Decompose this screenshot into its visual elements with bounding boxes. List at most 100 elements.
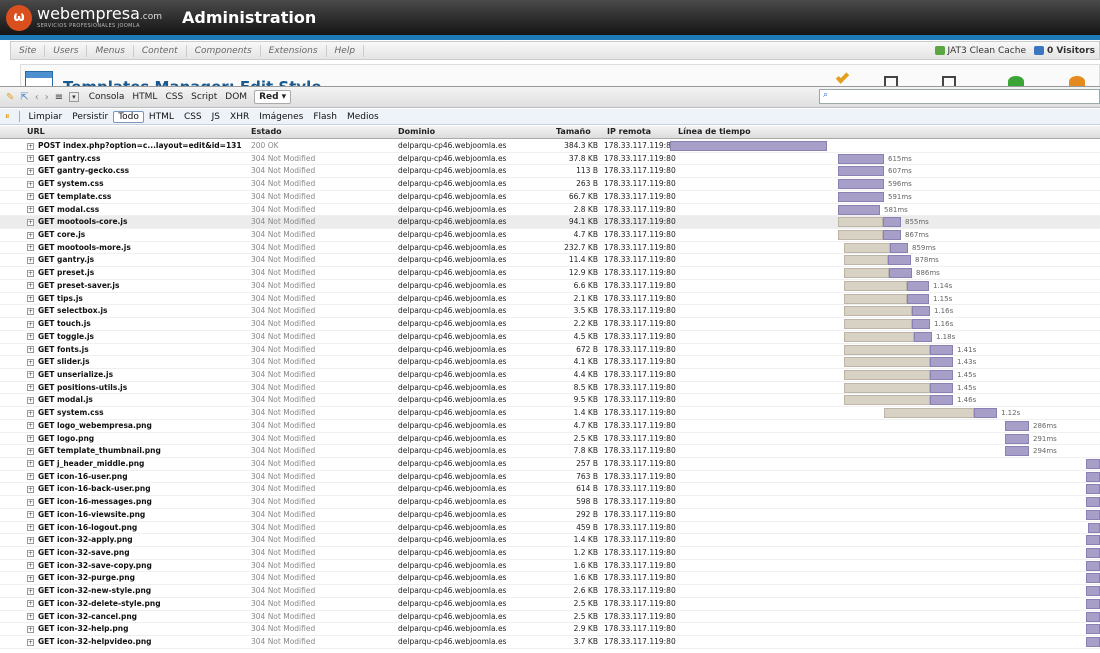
brand-logo[interactable]: webempresa.com SERVICIOS PROFESIONALES J… xyxy=(37,6,162,29)
expand-icon[interactable]: + xyxy=(27,167,34,175)
request-row[interactable]: + GET unserialize.js 304 Not Modified delpa… xyxy=(0,369,1100,382)
expand-icon[interactable]: + xyxy=(27,498,34,506)
request-row[interactable]: + GET icon-16-viewsite.png 304 Not Modifie… xyxy=(0,509,1100,522)
request-url-cell[interactable]: + GET template.css xyxy=(27,191,111,204)
expand-icon[interactable]: + xyxy=(27,447,34,455)
expand-icon[interactable]: + xyxy=(27,307,34,315)
request-row[interactable]: + GET icon-32-save-copy.png 304 Not Modifi… xyxy=(0,560,1100,573)
request-row[interactable]: + GET logo_webempresa.png 304 Not Modified… xyxy=(0,420,1100,433)
tab-red[interactable]: Red ▾ xyxy=(254,90,292,104)
request-row[interactable]: + GET icon-32-save.png 304 Not Modified del… xyxy=(0,547,1100,560)
request-url-cell[interactable]: + GET icon-16-logout.png xyxy=(27,522,137,535)
expand-icon[interactable]: + xyxy=(27,269,34,277)
apply-icon[interactable] xyxy=(835,70,850,84)
expand-icon[interactable]: + xyxy=(27,231,34,239)
save-icon[interactable] xyxy=(884,76,898,86)
request-row[interactable]: + GET icon-32-new-style.png 304 Not Modifi… xyxy=(0,585,1100,598)
expand-icon[interactable]: + xyxy=(27,473,34,481)
request-row[interactable]: + GET selectbox.js 304 Not Modified delparq… xyxy=(0,305,1100,319)
request-url-cell[interactable]: + GET system.css xyxy=(27,178,104,191)
request-url-cell[interactable]: + GET tips.js xyxy=(27,293,83,306)
request-url-cell[interactable]: + GET slider.js xyxy=(27,356,90,369)
request-url-cell[interactable]: + GET preset.js xyxy=(27,267,94,280)
request-url-cell[interactable]: + GET gantry-gecko.css xyxy=(27,165,129,178)
filter-images[interactable]: Imágenes xyxy=(254,112,308,122)
filter-media[interactable]: Medios xyxy=(342,112,384,122)
request-row[interactable]: + GET slider.js 304 Not Modified delparqu-c… xyxy=(0,356,1100,369)
column-timeline[interactable]: Línea de tiempo xyxy=(678,127,751,136)
clear-button[interactable]: Limpiar xyxy=(24,112,68,122)
expand-icon[interactable]: + xyxy=(27,206,34,214)
menu-help[interactable]: Help xyxy=(327,44,365,57)
firebug-search-input[interactable]: ⌕ xyxy=(819,89,1100,104)
request-row[interactable]: + GET preset.js 304 Not Modified delparqu-c… xyxy=(0,267,1100,280)
expand-icon[interactable]: + xyxy=(27,485,34,493)
request-url-cell[interactable]: + GET modal.css xyxy=(27,204,99,217)
request-row[interactable]: + GET template.css 304 Not Modified delparq… xyxy=(0,191,1100,204)
request-url-cell[interactable]: + POST index.php?option=c...layout=edit&i… xyxy=(27,140,242,153)
firebug-icon[interactable]: ✎ xyxy=(6,92,14,103)
request-url-cell[interactable]: + GET icon-32-purge.png xyxy=(27,572,135,585)
request-url-cell[interactable]: + GET logo.png xyxy=(27,433,94,446)
request-url-cell[interactable]: + GET toggle.js xyxy=(27,331,94,344)
request-row[interactable]: + GET icon-32-delete-style.png 304 Not Mod… xyxy=(0,598,1100,611)
request-row[interactable]: + GET icon-16-user.png 304 Not Modified del… xyxy=(0,471,1100,484)
filter-all[interactable]: Todo xyxy=(113,110,144,123)
expand-icon[interactable]: + xyxy=(27,193,34,201)
request-url-cell[interactable]: + GET system.css xyxy=(27,407,104,420)
request-row[interactable]: + GET j_header_middle.png 304 Not Modified… xyxy=(0,458,1100,471)
column-ip[interactable]: IP remota xyxy=(607,127,651,136)
save-copy-icon[interactable] xyxy=(942,76,956,86)
request-row[interactable]: + GET positions-utils.js 304 Not Modified d… xyxy=(0,382,1100,395)
filter-flash[interactable]: Flash xyxy=(308,112,342,122)
request-url-cell[interactable]: + GET gantry.css xyxy=(27,153,100,166)
request-row[interactable]: + GET tips.js 304 Not Modified delparqu-cp4… xyxy=(0,293,1100,306)
request-row[interactable]: + GET system.css 304 Not Modified delparqu-… xyxy=(0,178,1100,191)
request-url-cell[interactable]: + GET icon-32-cancel.png xyxy=(27,611,137,624)
expand-icon[interactable]: + xyxy=(27,422,34,430)
webempresa-logo-icon[interactable]: ω xyxy=(6,4,32,31)
request-url-cell[interactable]: + GET logo_webempresa.png xyxy=(27,420,152,433)
request-row[interactable]: + GET icon-32-apply.png 304 Not Modified de… xyxy=(0,534,1100,547)
request-url-cell[interactable]: + GET icon-16-messages.png xyxy=(27,496,152,509)
expand-icon[interactable]: + xyxy=(27,396,34,404)
request-row[interactable]: + GET preset-saver.js 304 Not Modified delp… xyxy=(0,280,1100,293)
expand-icon[interactable]: + xyxy=(27,333,34,341)
request-url-cell[interactable]: + GET mootools-more.js xyxy=(27,242,131,255)
dropdown-icon[interactable]: ▾ xyxy=(69,92,79,102)
request-url-cell[interactable]: + GET icon-16-user.png xyxy=(27,471,128,484)
request-row[interactable]: + GET icon-32-helpvideo.png 304 Not Modifi… xyxy=(0,636,1100,649)
expand-icon[interactable]: + xyxy=(27,218,34,226)
expand-icon[interactable]: + xyxy=(27,371,34,379)
request-row[interactable]: + GET icon-32-cancel.png 304 Not Modified d… xyxy=(0,611,1100,624)
request-url-cell[interactable]: + GET gantry.js xyxy=(27,254,94,267)
tab-dom[interactable]: DOM xyxy=(221,92,251,102)
expand-icon[interactable]: + xyxy=(27,600,34,608)
request-row[interactable]: + GET icon-32-help.png 304 Not Modified del… xyxy=(0,623,1100,637)
column-status[interactable]: Estado xyxy=(251,127,282,136)
request-row[interactable]: + GET icon-32-purge.png 304 Not Modified de… xyxy=(0,572,1100,586)
request-url-cell[interactable]: + GET icon-32-new-style.png xyxy=(27,585,151,598)
request-row[interactable]: + GET system.css 304 Not Modified delparqu-… xyxy=(0,407,1100,420)
expand-icon[interactable]: + xyxy=(27,295,34,303)
expand-icon[interactable]: + xyxy=(27,282,34,290)
request-row[interactable]: + GET gantry.css 304 Not Modified delparqu-… xyxy=(0,153,1100,166)
request-url-cell[interactable]: + GET selectbox.js xyxy=(27,305,108,318)
inspect-icon[interactable]: ⇱ xyxy=(20,92,28,103)
expand-icon[interactable]: + xyxy=(27,320,34,328)
expand-icon[interactable]: + xyxy=(27,155,34,163)
expand-icon[interactable]: + xyxy=(27,346,34,353)
expand-icon[interactable]: + xyxy=(27,574,34,582)
request-url-cell[interactable]: + GET positions-utils.js xyxy=(27,382,127,395)
expand-icon[interactable]: + xyxy=(27,435,34,443)
request-row[interactable]: + GET touch.js 304 Not Modified delparqu-cp… xyxy=(0,318,1100,331)
expand-icon[interactable]: + xyxy=(27,142,34,150)
menu-site[interactable]: Site xyxy=(11,44,46,57)
request-url-cell[interactable]: + GET mootools-core.js xyxy=(27,216,127,229)
refresh-icon[interactable] xyxy=(1008,76,1024,86)
persist-button[interactable]: Persistir xyxy=(67,112,113,122)
back-icon[interactable]: ‹ xyxy=(35,92,39,103)
request-row[interactable]: + GET icon-16-logout.png 304 Not Modified d… xyxy=(0,522,1100,535)
request-row[interactable]: + GET icon-16-messages.png 304 Not Modifie… xyxy=(0,496,1100,509)
filter-css[interactable]: CSS xyxy=(179,112,207,122)
